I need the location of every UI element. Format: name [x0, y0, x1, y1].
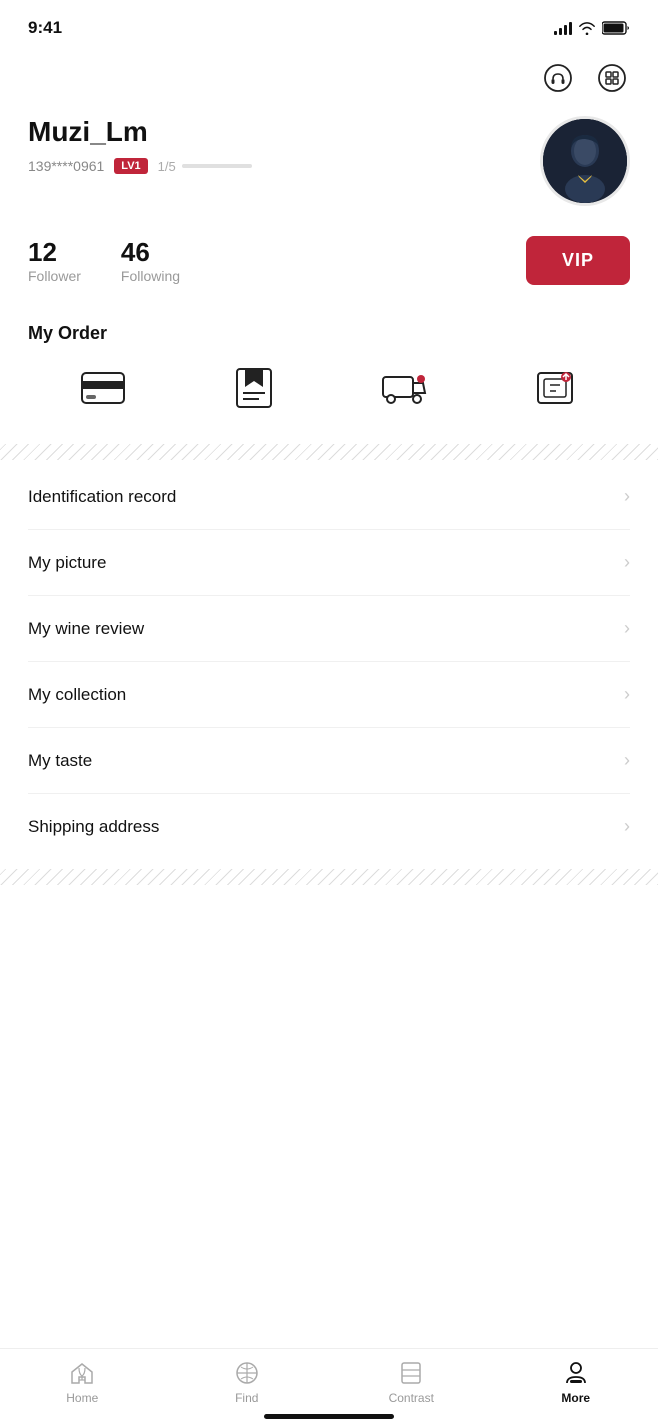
follower-count: 12 [28, 237, 81, 268]
nav-contrast-label: Contrast [389, 1391, 434, 1405]
stats-section: 12 Follower 46 Following VIP [0, 226, 658, 305]
menu-item-picture[interactable]: My picture › [28, 530, 630, 596]
chevron-right-icon: › [624, 552, 630, 573]
level-progress: 1/5 [158, 159, 252, 174]
avatar[interactable] [540, 116, 630, 206]
wifi-icon [578, 21, 596, 35]
nav-more-label: More [561, 1391, 590, 1405]
find-icon [233, 1359, 261, 1387]
menu-list: Identification record › My picture › My … [0, 464, 658, 859]
status-icons [554, 21, 630, 35]
menu-item-picture-label: My picture [28, 553, 106, 573]
menu-item-collection-label: My collection [28, 685, 126, 705]
level-badge: LV1 [114, 158, 147, 174]
section-divider-bottom [0, 869, 658, 885]
nav-item-more[interactable]: More [494, 1359, 658, 1405]
nav-item-home[interactable]: Home [0, 1359, 165, 1405]
following-stat[interactable]: 46 Following [121, 237, 180, 284]
top-actions [0, 50, 658, 106]
menu-item-wine-review-label: My wine review [28, 619, 144, 639]
progress-bar-fill [182, 164, 196, 168]
following-label: Following [121, 268, 180, 284]
order-payment-icon[interactable] [75, 360, 131, 416]
order-icons-row [0, 360, 658, 440]
headset-icon[interactable] [540, 60, 576, 96]
profile-section: Muzi_Lm 139****0961 LV1 1/5 [0, 106, 658, 226]
chevron-right-icon: › [624, 486, 630, 507]
profile-info: Muzi_Lm 139****0961 LV1 1/5 [28, 116, 540, 174]
order-return-icon[interactable] [527, 360, 583, 416]
order-delivery-icon[interactable] [376, 360, 432, 416]
menu-item-wine-review[interactable]: My wine review › [28, 596, 630, 662]
section-divider-top [0, 444, 658, 460]
scan-icon[interactable] [594, 60, 630, 96]
chevron-right-icon: › [624, 618, 630, 639]
menu-item-identification-label: Identification record [28, 487, 176, 507]
follower-label: Follower [28, 268, 81, 284]
menu-item-shipping-label: Shipping address [28, 817, 159, 837]
level-progress-text: 1/5 [158, 159, 176, 174]
following-count: 46 [121, 237, 180, 268]
profile-phone: 139****0961 [28, 158, 104, 174]
chevron-right-icon: › [624, 684, 630, 705]
menu-item-collection[interactable]: My collection › [28, 662, 630, 728]
home-indicator [264, 1414, 394, 1419]
profile-name: Muzi_Lm [28, 116, 540, 148]
chevron-right-icon: › [624, 750, 630, 771]
menu-item-shipping[interactable]: Shipping address › [28, 794, 630, 859]
status-bar: 9:41 [0, 0, 658, 50]
signal-icon [554, 21, 572, 35]
contrast-icon [397, 1359, 425, 1387]
progress-bar [182, 164, 252, 168]
profile-meta: 139****0961 LV1 1/5 [28, 158, 540, 174]
chevron-right-icon: › [624, 816, 630, 837]
status-time: 9:41 [28, 18, 62, 38]
order-pending-icon[interactable] [226, 360, 282, 416]
menu-item-taste[interactable]: My taste › [28, 728, 630, 794]
battery-icon [602, 21, 630, 35]
nav-home-label: Home [66, 1391, 98, 1405]
nav-find-label: Find [235, 1391, 258, 1405]
my-order-title: My Order [0, 305, 658, 360]
avatar-image [543, 119, 627, 203]
menu-item-identification[interactable]: Identification record › [28, 464, 630, 530]
nav-item-contrast[interactable]: Contrast [329, 1359, 494, 1405]
more-icon [562, 1359, 590, 1387]
nav-item-find[interactable]: Find [165, 1359, 330, 1405]
follower-stat[interactable]: 12 Follower [28, 237, 81, 284]
menu-item-taste-label: My taste [28, 751, 92, 771]
home-icon [68, 1359, 96, 1387]
vip-button[interactable]: VIP [526, 236, 630, 285]
